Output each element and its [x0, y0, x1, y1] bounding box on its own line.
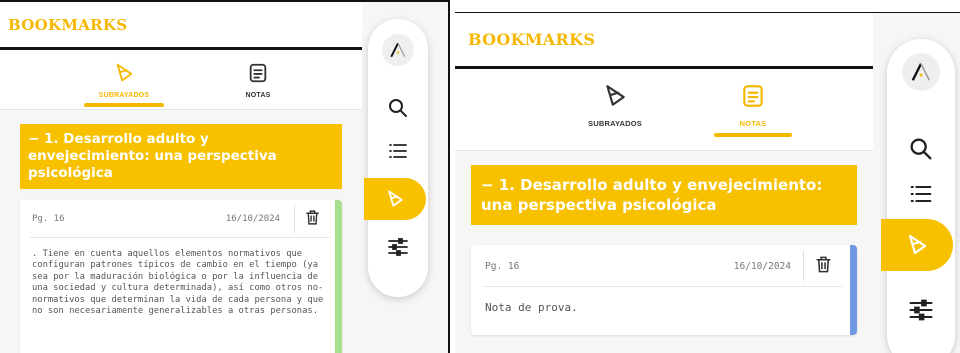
search-icon [907, 135, 935, 163]
highlight-color-bar [335, 200, 342, 353]
bookmarks-area: BOOKMARKS SUBRAYADOS NOTAS − 1. Desarrol… [455, 13, 873, 353]
search-icon [386, 96, 410, 120]
logo-icon[interactable] [902, 53, 940, 91]
sliders-icon [907, 296, 935, 324]
card-page: Pg. 16 [32, 214, 65, 224]
bookmarks-area: BOOKMARKS SUBRAYADOS NOTAS − 1. Desarrol… [0, 2, 362, 353]
bookmark-tabs: SUBRAYADOS NOTAS [455, 69, 873, 151]
bookmark-card[interactable]: Pg. 16 16/10/2024 . Tiene en cuenta aque… [20, 200, 342, 353]
tab-notas-label: NOTAS [245, 92, 271, 99]
delete-button[interactable] [803, 251, 843, 281]
trash-icon [304, 209, 321, 229]
left-panel: BOOKMARKS SUBRAYADOS NOTAS − 1. Desarrol… [0, 0, 450, 353]
notes-icon [740, 83, 766, 113]
card-text: . Tiene en cuenta aquellos elementos nor… [32, 249, 324, 317]
highlighter-icon [113, 62, 135, 88]
settings-button[interactable] [386, 235, 410, 259]
active-tab-indicator [84, 103, 164, 107]
card-meta: Pg. 16 16/10/2024 [30, 200, 330, 238]
bookmarks-button[interactable] [364, 178, 426, 220]
card-date: 16/10/2024 [733, 261, 791, 272]
right-panel: BOOKMARKS SUBRAYADOS NOTAS − 1. Desarrol… [455, 12, 960, 353]
search-button[interactable] [386, 96, 410, 120]
trash-icon [814, 255, 833, 277]
card-meta: Pg. 16 16/10/2024 [483, 245, 843, 287]
search-button[interactable] [907, 135, 935, 163]
index-button[interactable] [386, 139, 410, 163]
tab-notas[interactable]: NOTAS [698, 69, 808, 137]
index-button[interactable] [907, 180, 935, 208]
highlighter-icon [602, 83, 628, 113]
side-rail [881, 39, 955, 353]
highlighter-icon [385, 189, 405, 209]
highlighter-icon [905, 233, 929, 257]
tab-notas[interactable]: NOTAS [208, 50, 308, 99]
bookmark-tabs: SUBRAYADOS NOTAS [0, 50, 362, 110]
tab-subrayados-label: SUBRAYADOS [588, 119, 642, 128]
tab-subrayados-label: SUBRAYADOS [98, 92, 150, 99]
bookmarks-header: BOOKMARKS [0, 2, 362, 50]
logo-icon[interactable] [382, 34, 414, 66]
note-color-bar [850, 245, 857, 335]
delete-button[interactable] [294, 205, 330, 233]
bookmarks-header: BOOKMARKS [455, 13, 873, 69]
tab-subrayados[interactable]: SUBRAYADOS [74, 50, 174, 107]
sliders-icon [386, 235, 410, 259]
chapter-title[interactable]: − 1. Desarrollo adulto y envejecimiento:… [20, 124, 342, 189]
list-icon [907, 180, 935, 208]
active-tab-indicator [714, 133, 792, 137]
side-rail [364, 19, 428, 297]
card-page: Pg. 16 [485, 261, 520, 272]
settings-button[interactable] [907, 296, 935, 324]
card-text: Nota de prova. [485, 301, 578, 314]
bookmarks-button[interactable] [881, 219, 953, 271]
notes-icon [247, 62, 269, 88]
card-date: 16/10/2024 [225, 214, 280, 224]
chapter-title[interactable]: − 1. Desarrollo adulto y envejecimiento:… [471, 165, 857, 225]
note-card[interactable]: Pg. 16 16/10/2024 Nota de prova. [471, 245, 857, 335]
list-icon [386, 139, 410, 163]
tab-notas-label: NOTAS [739, 119, 767, 128]
tab-subrayados[interactable]: SUBRAYADOS [560, 69, 670, 128]
